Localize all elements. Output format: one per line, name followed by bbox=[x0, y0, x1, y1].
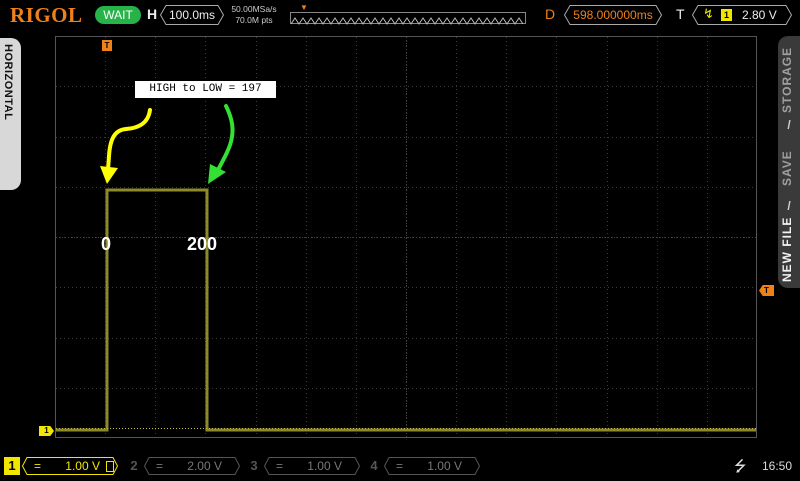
memory-overview-bar[interactable] bbox=[290, 12, 526, 25]
bandwidth-limit-icon bbox=[106, 461, 114, 472]
horizontal-menu-tab[interactable]: HORIZONTAL bbox=[0, 38, 21, 190]
horizontal-menu-label: HORIZONTAL bbox=[2, 44, 14, 121]
channel-4-number: 4 bbox=[370, 458, 378, 473]
channel-1-number: 1 bbox=[4, 457, 20, 475]
memory-depth: 70.0M pts bbox=[235, 15, 273, 25]
ch1-offset-marker[interactable]: 1 bbox=[39, 426, 54, 436]
channel-2-scale: 2.00 V bbox=[187, 459, 222, 473]
trigger-label: T bbox=[676, 6, 685, 22]
channel-4-scale: 1.00 V bbox=[427, 459, 462, 473]
dc-coupling-icon: = bbox=[156, 459, 164, 473]
horizontal-label: H bbox=[147, 6, 158, 22]
storage-menu-tab[interactable]: STORAGE / SAVE / NEW FILE bbox=[778, 36, 800, 288]
channel-3-scale: 1.00 V bbox=[307, 459, 342, 473]
timebase-value: 100.0ms bbox=[168, 8, 216, 22]
channel-bar: 1 = 1.00 V 2 = 2.00 V 3 = 1.00 V 4 = 1.0… bbox=[0, 452, 800, 480]
timebase-readout[interactable]: 100.0ms bbox=[160, 5, 224, 25]
dc-coupling-icon: = bbox=[34, 459, 42, 473]
delay-label: D bbox=[545, 6, 556, 22]
usb-icon: ⭍ bbox=[734, 458, 747, 475]
falling-edge-icon: ↯ bbox=[703, 6, 714, 21]
annotation-end-label: 200 bbox=[187, 234, 218, 254]
channel-3-number: 3 bbox=[250, 458, 258, 473]
dc-coupling-icon: = bbox=[276, 459, 284, 473]
menu-item-storage[interactable]: STORAGE bbox=[780, 46, 798, 114]
annotation-callout: HIGH to LOW = 197 bbox=[135, 81, 276, 98]
trigger-level-value: 2.80 V bbox=[742, 8, 777, 22]
trigger-position-marker[interactable]: T bbox=[102, 40, 112, 51]
run-status-badge[interactable]: WAIT bbox=[95, 6, 141, 24]
memory-waveform-overview bbox=[290, 17, 524, 25]
trigger-source-badge: 1 bbox=[721, 9, 732, 21]
dc-coupling-icon: = bbox=[396, 459, 404, 473]
sample-rate: 50.00MSa/s bbox=[231, 4, 277, 14]
channel-2-number: 2 bbox=[130, 458, 138, 473]
system-clock: 16:50 bbox=[762, 459, 793, 473]
trigger-readout[interactable]: ↯ 1 2.80 V bbox=[692, 5, 792, 25]
menu-item-save[interactable]: SAVE bbox=[780, 138, 798, 198]
menu-separator: / bbox=[787, 199, 791, 213]
status-bar: RIGOL WAIT H 100.0ms 50.00MSa/s 70.0M pt… bbox=[0, 0, 800, 30]
menu-item-new-file[interactable]: NEW FILE bbox=[780, 214, 798, 284]
rigol-logo: RIGOL bbox=[10, 3, 83, 27]
trigger-level-marker[interactable]: T bbox=[759, 285, 774, 296]
delay-value: 598.000000ms bbox=[573, 8, 653, 22]
channel-1-scale: 1.00 V bbox=[65, 459, 100, 473]
memory-position-marker: ▼ bbox=[300, 3, 308, 12]
annotation-start-label: 0 bbox=[101, 234, 112, 254]
acquisition-info: 50.00MSa/s 70.0M pts bbox=[226, 4, 282, 26]
delay-readout[interactable]: 598.000000ms bbox=[564, 5, 662, 25]
menu-separator: / bbox=[787, 118, 791, 132]
